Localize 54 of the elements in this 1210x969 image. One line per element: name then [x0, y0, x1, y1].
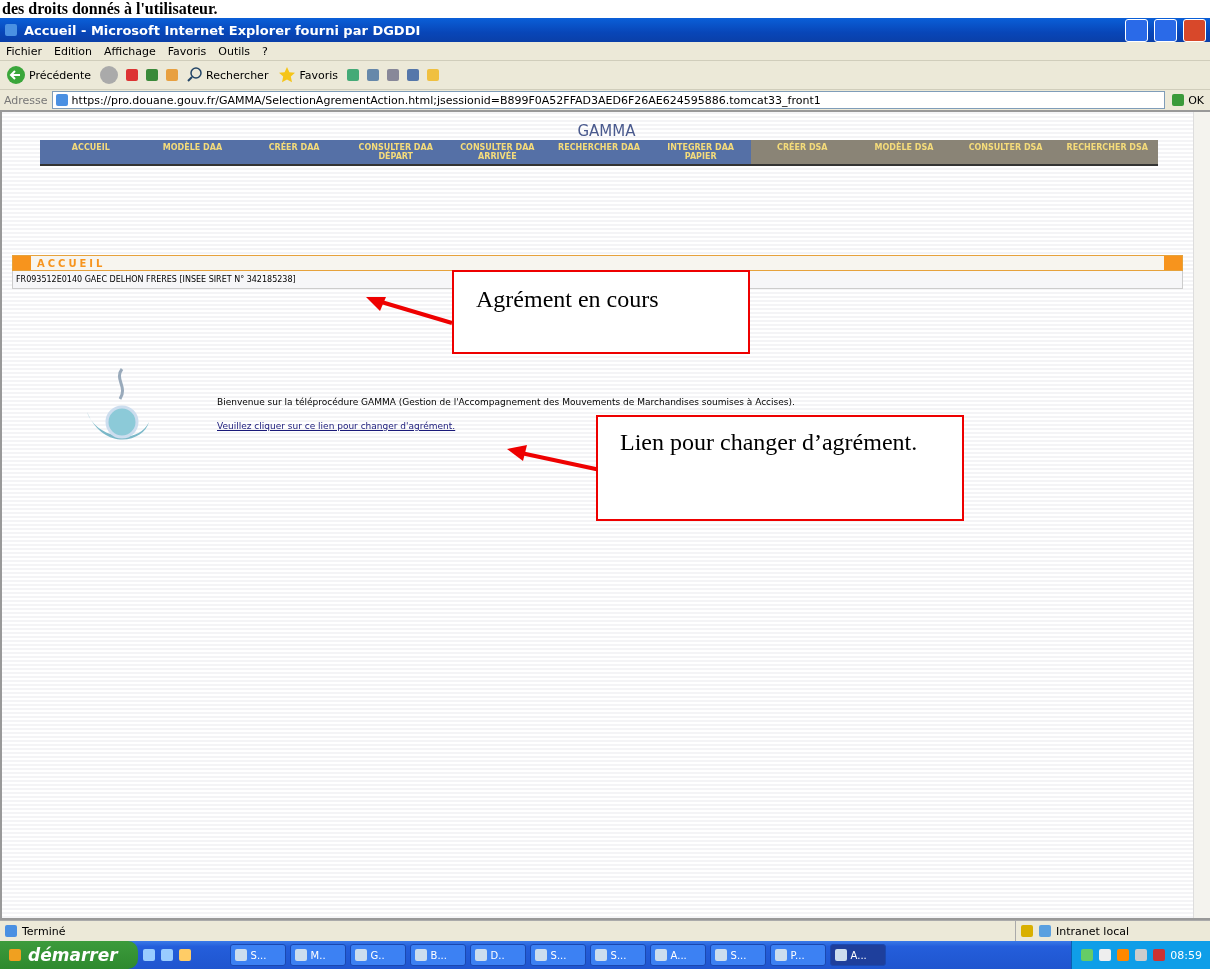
callout-box: Lien pour changer d’agrément.: [596, 415, 964, 521]
taskbar-button[interactable]: S...: [229, 944, 286, 966]
menu-item[interactable]: Favoris: [167, 44, 207, 58]
welcome-text: Bienvenue sur la téléprocédure GAMMA (Gestion de l'Accompagnement des Mouvements de Marchandises soumises à Accises).: [217, 397, 795, 407]
address-label: Adresse: [4, 93, 48, 107]
taskbar-button[interactable]: A...: [829, 944, 886, 966]
menu-item[interactable]: Affichage: [104, 44, 156, 58]
favorites-button[interactable]: Favoris: [276, 66, 340, 84]
nav-item[interactable]: CRÉER DAA: [243, 140, 345, 164]
search-icon: [187, 67, 204, 83]
nav-item[interactable]: CONSULTER DAA ARRIVÉE: [446, 140, 549, 164]
taskbar-button[interactable]: S...: [589, 944, 646, 966]
nav-item[interactable]: MODÈLE DSA: [853, 140, 955, 164]
start-button[interactable]: démarrer: [0, 941, 138, 969]
maximize-button[interactable]: [1154, 18, 1177, 42]
clock: 08:59: [1170, 948, 1202, 962]
close-button[interactable]: [1183, 18, 1206, 42]
taskbar-button[interactable]: S...: [529, 944, 586, 966]
menu-item[interactable]: ?: [262, 44, 268, 58]
taskbar-button[interactable]: G..: [349, 944, 406, 966]
scrollbar[interactable]: [1193, 112, 1210, 918]
nav-item[interactable]: RECHERCHER DAA: [548, 140, 650, 164]
menu-item[interactable]: Outils: [218, 44, 251, 58]
nav-item[interactable]: INTEGRER DAA PAPIER: [649, 140, 752, 164]
window-title: Accueil - Microsoft Internet Explorer fourni par DGDDI: [24, 22, 422, 38]
go-button[interactable]: OK: [1169, 93, 1206, 107]
status-text: Terminé: [22, 924, 66, 938]
nav-item[interactable]: CRÉER DSA: [751, 140, 854, 164]
taskbar-button[interactable]: A...: [649, 944, 706, 966]
header-accent: [13, 256, 31, 270]
taskbar-button[interactable]: M..: [289, 944, 346, 966]
header-accent: [1164, 256, 1182, 270]
nav-item[interactable]: RECHERCHER DSA: [1056, 140, 1159, 164]
menu-item[interactable]: Edition: [53, 44, 92, 58]
minimize-button[interactable]: [1125, 18, 1148, 42]
nav-item[interactable]: CONSULTER DAA DÉPART: [344, 140, 447, 164]
change-agreement-link[interactable]: Veuillez cliquer sur ce lien pour changer d'agrément.: [217, 421, 456, 431]
taskbar-button[interactable]: P...: [769, 944, 826, 966]
site-title: GAMMA: [576, 122, 637, 140]
star-icon: [278, 66, 297, 84]
document-text: des droits donnés à l'utilisateur.: [1, 0, 219, 18]
callout-box: Agrément en cours: [452, 270, 750, 354]
zone-text: Intranet local: [1056, 924, 1129, 938]
section-title: ACCUEIL: [36, 257, 107, 269]
back-button[interactable]: Précédente: [4, 65, 94, 85]
nav-item[interactable]: CONSULTER DSA: [954, 140, 1057, 164]
menu-item[interactable]: Fichier: [6, 44, 42, 58]
address-field[interactable]: https://pro.douane.gouv.fr/GAMMA/SelectionAgrementAction.html;jsessionid=B899F0A52FFAD3AED6F26AE624595886.tomcat33_front1: [51, 91, 1166, 109]
nav-item[interactable]: ACCUEIL: [40, 140, 142, 164]
search-button[interactable]: Rechercher: [185, 67, 271, 83]
taskbar-button[interactable]: B...: [409, 944, 466, 966]
taskbar-button[interactable]: D..: [469, 944, 526, 966]
nav-item[interactable]: MODÈLE DAA: [141, 140, 244, 164]
taskbar-button[interactable]: S...: [709, 944, 766, 966]
